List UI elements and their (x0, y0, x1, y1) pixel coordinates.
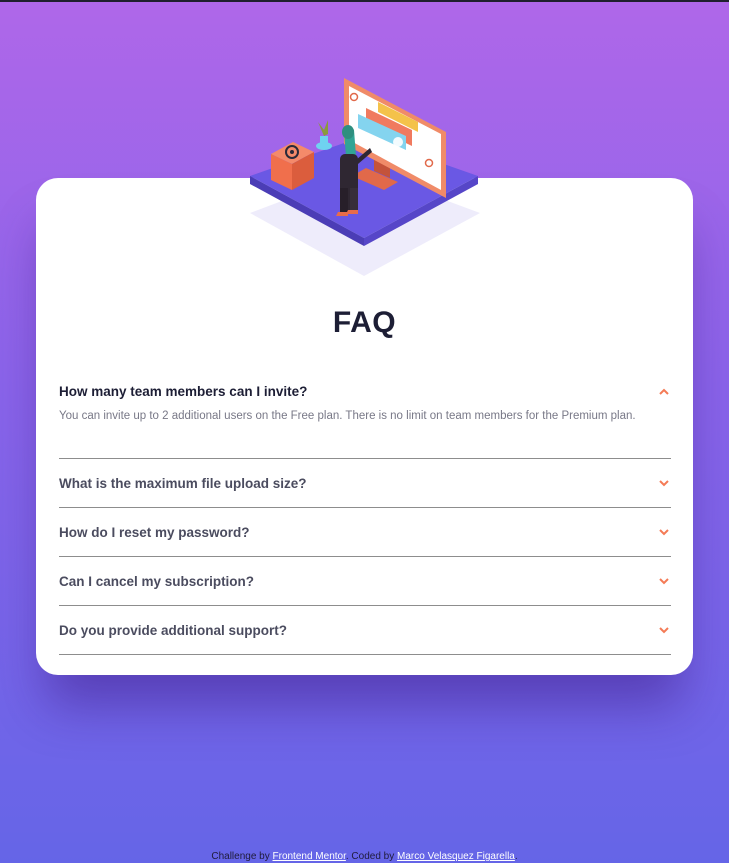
frontend-mentor-link[interactable]: Frontend Mentor (273, 851, 346, 862)
coded-prefix: . Coded by (345, 851, 398, 862)
faq-item: How many team members can I invite? You … (59, 368, 671, 459)
faq-question-text: How many team members can I invite? (59, 383, 308, 399)
faq-answer-text: You can invite up to 2 additional users … (59, 410, 636, 422)
faq-question-text: Can I cancel my subscription? (59, 573, 255, 589)
faq-question-text: What is the maximum file upload size? (59, 475, 307, 491)
faq-accordion: How many team members can I invite? You … (59, 368, 671, 655)
faq-question-button[interactable]: Can I cancel my subscription? (59, 557, 671, 605)
page-title: FAQ (332, 306, 397, 339)
top-border (0, 0, 729, 2)
faq-question-text: Do you provide additional support? (59, 622, 287, 638)
faq-item: Can I cancel my subscription? (59, 557, 671, 606)
faq-item: How do I reset my password? (59, 508, 671, 557)
footer-suffix: . (514, 851, 518, 862)
author-link[interactable]: Marco Velasquez Figarella (397, 851, 515, 862)
faq-question-button[interactable]: What is the maximum file upload size? (59, 459, 671, 507)
faq-item: Do you provide additional support? (59, 606, 671, 655)
chevron-down-icon (658, 477, 670, 489)
chevron-down-icon (658, 624, 670, 636)
challenge-prefix: Challenge by (211, 851, 273, 862)
faq-question-text: How do I reset my password? (59, 524, 250, 540)
chevron-down-icon (658, 526, 670, 538)
woman-online-illustration (250, 78, 480, 276)
faq-question-button[interactable]: How do I reset my password? (59, 508, 671, 556)
faq-item: What is the maximum file upload size? (59, 459, 671, 508)
chevron-down-icon (658, 575, 670, 587)
faq-question-button[interactable]: Do you provide additional support? (59, 606, 671, 654)
attribution-footer: Challenge by Frontend Mentor. Coded by M… (0, 851, 729, 862)
chevron-up-icon (658, 385, 670, 397)
